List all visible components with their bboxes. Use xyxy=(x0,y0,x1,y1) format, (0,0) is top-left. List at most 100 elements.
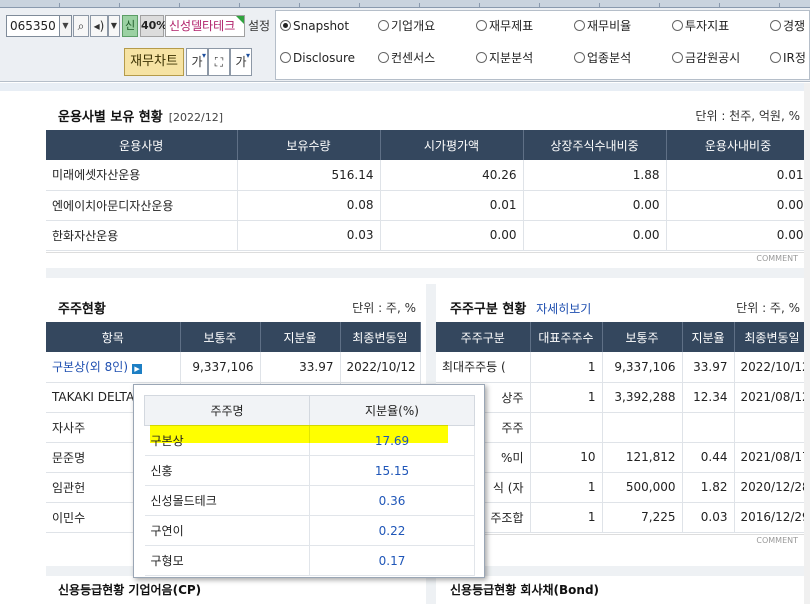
cell: 10 xyxy=(530,442,603,473)
cell: 500,000 xyxy=(602,472,683,503)
radio-financial-statements[interactable]: 재무제표 xyxy=(476,18,533,34)
popup-table: 주주명 지분율(%) 구본상 17.69 신홍 15.15 신성몰드테크 0.36 구… xyxy=(144,395,475,576)
table-row: 주주 xyxy=(436,412,810,443)
company-name[interactable]: 신성델타테크 xyxy=(165,15,245,37)
radio-dot-icon xyxy=(574,52,585,63)
table-row: 최대주주등 ( 1 9,337,106 33.97 2022/10/12 xyxy=(436,352,810,383)
radio-dot-icon xyxy=(672,20,683,31)
cell: 40.26 xyxy=(380,160,524,191)
radio-dot-icon xyxy=(672,52,683,63)
cell: 0.00 xyxy=(380,220,524,251)
finance-chart-button[interactable]: 재무차트 xyxy=(124,48,184,76)
table-row: 구형모 0.17 xyxy=(144,545,475,576)
cell: 2022/10/12 xyxy=(340,352,421,383)
cell: 0.01 xyxy=(380,190,524,221)
radio-snapshot[interactable]: Snapshot xyxy=(280,18,349,34)
radio-dot-icon xyxy=(378,52,389,63)
fund-holdings-table: 운용사명 보유수량 시가평가액 상장주식수내비중 운용사내비중 미래에셋자산운용… xyxy=(46,130,810,251)
table-row: 상주 1 3,392,288 12.34 2021/08/12 xyxy=(436,382,810,413)
cell: 516.14 xyxy=(237,160,381,191)
radio-fss-disclosure[interactable]: 금감원공시 xyxy=(672,50,740,66)
radio-dot-icon xyxy=(770,20,781,31)
shareholder-types-table: 주주구분 대표주주수 보통주 지분율 최종변동일 최대주주등 ( 1 9,337… xyxy=(436,322,810,533)
section-divider xyxy=(436,566,810,576)
radio-dot-icon xyxy=(574,20,585,31)
cell: 15.15 xyxy=(309,455,475,486)
cell: 0.22 xyxy=(309,515,475,546)
radio-ir-info[interactable]: IR정 xyxy=(770,50,806,66)
table-row: 주조합 1 7,225 0.03 2016/12/29 xyxy=(436,502,810,533)
table-row: 신성몰드테크 0.36 xyxy=(144,485,475,516)
cell: 1 xyxy=(530,502,603,533)
shareholder-types-unit: 단위 : 주, % xyxy=(736,301,800,315)
radio-competition[interactable]: 경쟁 xyxy=(770,18,805,34)
toolbar: 065350 ▼ ⌕ ◂) ▼ 신 40% 신성델타테크 설정 재무차트 가 ⛶… xyxy=(0,8,810,82)
radio-industry-analysis[interactable]: 업종분석 xyxy=(574,50,631,66)
shareholders-unit: 단위 : 주, % xyxy=(352,301,416,315)
popup-holder-name: 구본상 xyxy=(144,425,310,456)
radio-financial-ratio[interactable]: 재무비율 xyxy=(574,18,631,34)
cell xyxy=(734,412,810,443)
shareholder-detail-popup: 주주명 지분율(%) 구본상 17.69 신홍 15.15 신성몰드테크 0.36 구… xyxy=(133,384,485,578)
col-header: 운용사내비중 xyxy=(666,130,810,160)
speaker-icon[interactable]: ◂) xyxy=(90,15,108,37)
radio-company-overview[interactable]: 기업개요 xyxy=(378,18,435,34)
fit-screen-icon[interactable]: ⛶ xyxy=(208,48,230,76)
col-header: 최종변동일 xyxy=(340,322,421,352)
cell: 0.01 xyxy=(666,160,810,191)
stock-code-input[interactable]: 065350 xyxy=(6,15,60,37)
col-header: 지분율 xyxy=(682,322,735,352)
fund-more-link[interactable]: COMMENT xyxy=(46,252,810,264)
col-header: 항목 xyxy=(46,322,181,352)
cell: 2020/12/28 xyxy=(734,472,810,503)
radio-dot-icon xyxy=(378,20,389,31)
font-size-down-button[interactable]: 가 xyxy=(230,43,252,76)
details-link[interactable]: 자세히보기 xyxy=(536,302,591,316)
popup-holder-name: 신홍 xyxy=(144,455,310,486)
fund-name: 미래에셋자산운용 xyxy=(46,160,238,191)
vertical-scrollbar[interactable] xyxy=(804,83,810,604)
table-row: %미 10 121,812 0.44 2021/08/17 xyxy=(436,442,810,473)
cell: 7,225 xyxy=(602,502,683,533)
cell: 0.08 xyxy=(237,190,381,221)
popup-holder-name: 신성몰드테크 xyxy=(144,485,310,516)
fund-holdings-title: 운용사별 보유 현황 xyxy=(58,110,163,125)
cell: 2021/08/17 xyxy=(734,442,810,473)
expand-icon[interactable]: ▶ xyxy=(132,364,143,375)
fund-name: 한화자산운용 xyxy=(46,220,238,251)
holder-name-link[interactable]: 구본상(외 8인) ▶ xyxy=(46,352,181,383)
shareholder-types-section: 주주구분 현황 자세히보기 단위 : 주, % 주주구분 대표주주수 보통주 지… xyxy=(436,284,810,566)
cell: 9,337,106 xyxy=(180,352,261,383)
code-dropdown-icon[interactable]: ▼ xyxy=(60,15,72,37)
font-size-button[interactable]: 가 xyxy=(186,43,208,76)
table-row: 식 (자 1 500,000 1.82 2020/12/28 xyxy=(436,472,810,503)
col-header: 보통주 xyxy=(180,322,261,352)
types-more-link[interactable]: COMMENT xyxy=(436,534,810,546)
fund-holdings-period: [2022/12] xyxy=(168,111,224,124)
table-row: 신홍 15.15 xyxy=(144,455,475,486)
cell: 0.17 xyxy=(309,545,475,576)
radio-equity-analysis[interactable]: 지분분석 xyxy=(476,50,533,66)
col-header: 시가평가액 xyxy=(380,130,524,160)
search-icon[interactable]: ⌕ xyxy=(73,15,89,37)
cell: 33.97 xyxy=(682,352,735,383)
radio-disclosure[interactable]: Disclosure xyxy=(280,50,355,66)
col-header: 지분율 xyxy=(260,322,341,352)
cell: 0.03 xyxy=(682,502,735,533)
radio-investment-index[interactable]: 투자지표 xyxy=(672,18,729,34)
table-row: 구본상(외 8인) ▶ 9,337,106 33.97 2022/10/12 xyxy=(46,352,421,383)
radio-consensus[interactable]: 컨센서스 xyxy=(378,50,435,66)
cell xyxy=(602,412,683,443)
col-header: 최종변동일 xyxy=(734,322,810,352)
credit-bond-title: 신용등급현황 회사채(Bond) xyxy=(450,583,600,597)
table-row: 미래에셋자산운용 516.14 40.26 1.88 0.01 xyxy=(46,160,810,191)
table-row: 구본상 17.69 xyxy=(144,425,475,456)
cell: 2022/10/12 xyxy=(734,352,810,383)
cell: 0.00 xyxy=(666,220,810,251)
settings-label[interactable]: 설정 xyxy=(248,15,270,37)
cell: 1.88 xyxy=(523,160,667,191)
holder-name[interactable]: 구본상(외 8인) xyxy=(52,360,128,374)
speaker-dropdown-icon[interactable]: ▼ xyxy=(108,15,120,37)
fund-holdings-section: 운용사별 보유 현황 [2022/12] 단위 : 천주, 억원, % 운용사명 … xyxy=(46,96,810,266)
sin-badge: 신 xyxy=(122,15,138,37)
